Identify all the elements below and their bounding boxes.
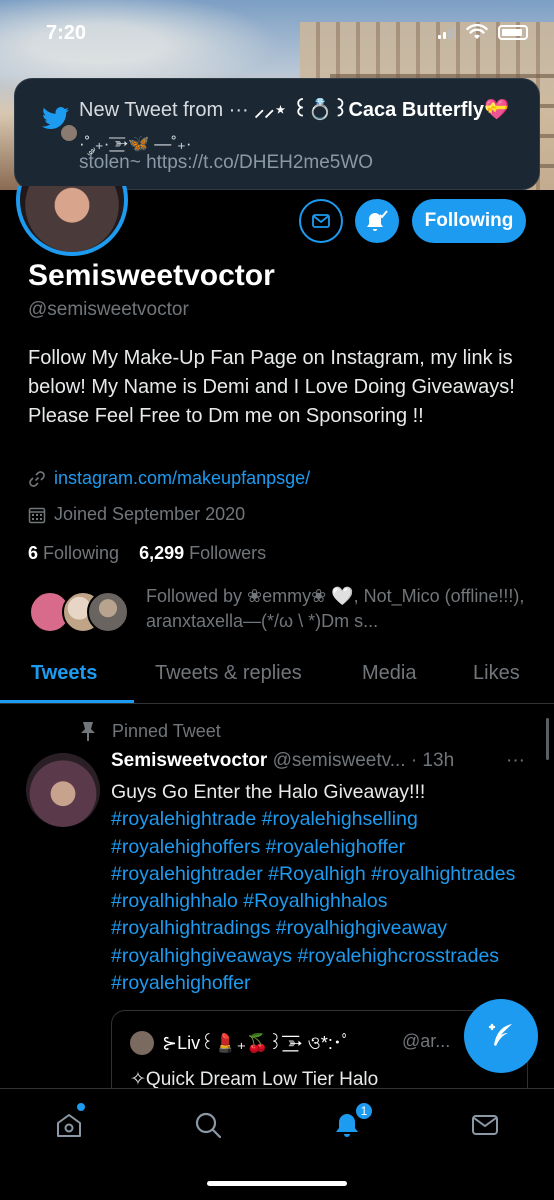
profile-tabs: Tweets Tweets & replies Media Likes (0, 650, 554, 704)
profile-joined-date: Joined September 2020 (54, 504, 246, 524)
tweet-hashtags[interactable]: #royalehightrade #royalehighselling #roy… (111, 806, 531, 997)
tweet-body: Guys Go Enter the Halo Giveaway!!! (111, 781, 426, 803)
profile-link-row[interactable]: instagram.com/makeupfanpsge/ (28, 468, 310, 489)
home-new-content-dot (77, 1103, 85, 1111)
search-icon (195, 1112, 222, 1139)
wifi-icon (466, 24, 488, 39)
tweet-author-name[interactable]: Semisweetvoctor (111, 750, 267, 771)
compose-tweet-button[interactable] (464, 999, 538, 1073)
profile-avatar[interactable] (16, 186, 128, 256)
notification-body: stolen~ https://t.co/DHEH2me5WO (79, 152, 374, 173)
following-button[interactable]: Following (412, 199, 526, 243)
link-icon (29, 470, 45, 487)
cellular-signal-icon (438, 25, 456, 39)
status-icons (438, 24, 528, 40)
tweet-time: · 13h (410, 750, 455, 771)
followed-by-text[interactable]: Followed by ❀emmy❀ 🤍, Not_Mico (offline!… (146, 584, 531, 634)
nav-home[interactable] (49, 1105, 89, 1145)
compose-feather-icon (488, 1023, 512, 1046)
followers-stat[interactable]: 6,299 Followers (139, 543, 266, 563)
following-stat[interactable]: 6 Following (28, 543, 119, 563)
status-bar: 7:20 (0, 0, 554, 64)
notification-title-prefix: New Tweet from ··· (79, 99, 249, 121)
profile-link[interactable]: instagram.com/makeupfanpsge/ (54, 468, 310, 489)
push-notification[interactable]: New Tweet from ··· ⸝⸝⋆ ꒰💍꒱Caca Butterfly… (14, 78, 540, 190)
tab-tweets[interactable]: Tweets (31, 662, 97, 685)
pinned-tweet-text: Pinned Tweet (112, 720, 221, 741)
mail-icon (472, 1115, 498, 1135)
status-time: 7:20 (46, 22, 87, 44)
tweet-author-avatar[interactable] (26, 753, 100, 827)
tweet-more-icon[interactable]: ··· (506, 750, 525, 772)
followers-count: 6,299 (139, 543, 185, 563)
notifications-toggle-button[interactable] (355, 199, 399, 243)
message-button[interactable] (299, 199, 343, 243)
scrollbar[interactable] (546, 718, 549, 760)
active-tab-indicator (0, 700, 134, 703)
tab-likes[interactable]: Likes (473, 662, 520, 685)
profile-bio: Follow My Make-Up Fan Page on Instagram,… (28, 347, 515, 427)
notifications-badge: 1 (354, 1101, 374, 1121)
followed-by-avatars[interactable] (29, 591, 129, 635)
tweet-text[interactable]: Guys Go Enter the Halo Giveaway!!! #roya… (111, 779, 531, 997)
profile-avatar-container[interactable] (16, 186, 128, 256)
nav-messages[interactable] (465, 1105, 505, 1145)
followers-label: Followers (189, 543, 267, 563)
profile-joined-row: Joined September 2020 (28, 504, 245, 525)
notification-title: New Tweet from ··· ⸝⸝⋆ ꒰💍꒱Caca Butterfly… (79, 95, 509, 122)
follow-counts: 6 Following 6,299 Followers (28, 543, 266, 564)
tab-media[interactable]: Media (362, 662, 416, 685)
home-icon (57, 1114, 81, 1137)
quoted-tweet-handle: @ar... (402, 1031, 451, 1051)
calendar-icon (28, 507, 46, 523)
following-label: Following (43, 543, 120, 563)
battery-icon (498, 24, 528, 40)
follower-avatar (87, 591, 129, 633)
nav-search[interactable] (188, 1105, 228, 1145)
quoted-tweet-avatar (130, 1031, 154, 1055)
profile-display-name: Semisweetvoctor (28, 259, 275, 292)
bell-check-icon (367, 210, 388, 231)
twitter-bird-icon (42, 107, 79, 143)
tweet-author-handle: @semisweetv... (272, 750, 406, 771)
notification-sender-name: ⸝⸝⋆ ꒰💍꒱Caca Butterfly💝 (254, 99, 509, 121)
pin-icon (81, 722, 95, 741)
following-count: 6 (28, 543, 39, 563)
quoted-tweet-author-name: ⊱Liv꒰💄₊🍒꒱ ͟͟͞͞➳ ও*:･ﾟ (162, 1033, 351, 1053)
tab-tweets-replies[interactable]: Tweets & replies (155, 662, 302, 685)
tweet-header: Semisweetvoctor @semisweetv... · 13h (111, 750, 531, 772)
home-indicator[interactable] (207, 1181, 347, 1186)
profile-handle: @semisweetvoctor (28, 299, 189, 320)
pinned-tweet-label: Pinned Tweet (78, 720, 221, 742)
mail-icon (312, 214, 330, 228)
